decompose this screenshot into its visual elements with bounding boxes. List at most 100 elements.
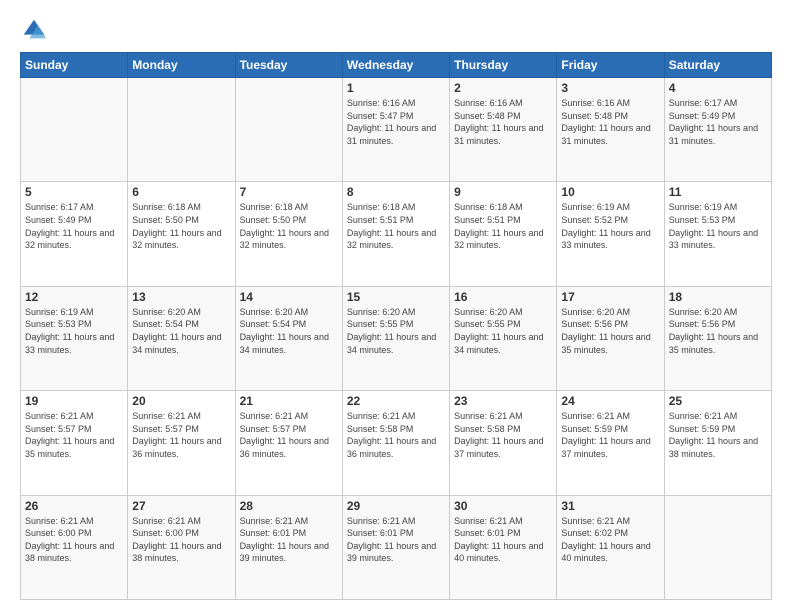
day-number: 17 <box>561 290 659 304</box>
calendar-cell: 30 Sunrise: 6:21 AM Sunset: 6:01 PM Dayli… <box>450 495 557 599</box>
day-info: Sunrise: 6:20 AM Sunset: 5:54 PM Dayligh… <box>132 306 230 356</box>
calendar-cell: 23 Sunrise: 6:21 AM Sunset: 5:58 PM Dayli… <box>450 391 557 495</box>
day-number: 27 <box>132 499 230 513</box>
calendar-cell: 27 Sunrise: 6:21 AM Sunset: 6:00 PM Dayli… <box>128 495 235 599</box>
day-number: 15 <box>347 290 445 304</box>
day-number: 2 <box>454 81 552 95</box>
calendar-cell: 13 Sunrise: 6:20 AM Sunset: 5:54 PM Dayli… <box>128 286 235 390</box>
day-number: 13 <box>132 290 230 304</box>
calendar-cell: 2Sunrise: 6:16 AM Sunset: 5:48 PM Daylig… <box>450 78 557 182</box>
calendar-cell: 26 Sunrise: 6:21 AM Sunset: 6:00 PM Dayli… <box>21 495 128 599</box>
day-number: 12 <box>25 290 123 304</box>
calendar-week-row: 12 Sunrise: 6:19 AM Sunset: 5:53 PM Dayli… <box>21 286 772 390</box>
calendar-cell: 21 Sunrise: 6:21 AM Sunset: 5:57 PM Dayli… <box>235 391 342 495</box>
calendar-header-wednesday: Wednesday <box>342 53 449 78</box>
day-info: Sunrise: 6:17 AM Sunset: 5:49 PM Dayligh… <box>25 201 123 251</box>
calendar-cell: 4Sunrise: 6:17 AM Sunset: 5:49 PM Daylig… <box>664 78 771 182</box>
calendar-cell: 22 Sunrise: 6:21 AM Sunset: 5:58 PM Dayli… <box>342 391 449 495</box>
day-number: 31 <box>561 499 659 513</box>
calendar-week-row: 19 Sunrise: 6:21 AM Sunset: 5:57 PM Dayli… <box>21 391 772 495</box>
calendar-cell: 11 Sunrise: 6:19 AM Sunset: 5:53 PM Dayli… <box>664 182 771 286</box>
day-number: 20 <box>132 394 230 408</box>
day-number: 6 <box>132 185 230 199</box>
day-number: 8 <box>347 185 445 199</box>
day-number: 9 <box>454 185 552 199</box>
day-number: 25 <box>669 394 767 408</box>
calendar-cell <box>664 495 771 599</box>
calendar-header-thursday: Thursday <box>450 53 557 78</box>
calendar-cell: 29 Sunrise: 6:21 AM Sunset: 6:01 PM Dayli… <box>342 495 449 599</box>
day-info: Sunrise: 6:19 AM Sunset: 5:53 PM Dayligh… <box>25 306 123 356</box>
day-info: Sunrise: 6:20 AM Sunset: 5:56 PM Dayligh… <box>561 306 659 356</box>
day-info: Sunrise: 6:21 AM Sunset: 5:59 PM Dayligh… <box>561 410 659 460</box>
calendar-cell: 9 Sunrise: 6:18 AM Sunset: 5:51 PM Daylig… <box>450 182 557 286</box>
day-number: 24 <box>561 394 659 408</box>
calendar-cell: 15 Sunrise: 6:20 AM Sunset: 5:55 PM Dayli… <box>342 286 449 390</box>
day-info: Sunrise: 6:20 AM Sunset: 5:56 PM Dayligh… <box>669 306 767 356</box>
day-info: Sunrise: 6:21 AM Sunset: 5:58 PM Dayligh… <box>347 410 445 460</box>
day-number: 21 <box>240 394 338 408</box>
day-info: Sunrise: 6:16 AM Sunset: 5:48 PM Dayligh… <box>561 97 659 147</box>
calendar-week-row: 5 Sunrise: 6:17 AM Sunset: 5:49 PM Daylig… <box>21 182 772 286</box>
day-number: 23 <box>454 394 552 408</box>
day-info: Sunrise: 6:21 AM Sunset: 6:00 PM Dayligh… <box>132 515 230 565</box>
header <box>20 16 772 44</box>
day-number: 7 <box>240 185 338 199</box>
calendar-cell: 20 Sunrise: 6:21 AM Sunset: 5:57 PM Dayli… <box>128 391 235 495</box>
calendar-cell: 10 Sunrise: 6:19 AM Sunset: 5:52 PM Dayli… <box>557 182 664 286</box>
day-number: 26 <box>25 499 123 513</box>
day-info: Sunrise: 6:20 AM Sunset: 5:54 PM Dayligh… <box>240 306 338 356</box>
day-info: Sunrise: 6:21 AM Sunset: 5:59 PM Dayligh… <box>669 410 767 460</box>
calendar-cell: 28Sunrise: 6:21 AM Sunset: 6:01 PM Dayli… <box>235 495 342 599</box>
day-info: Sunrise: 6:21 AM Sunset: 5:57 PM Dayligh… <box>25 410 123 460</box>
calendar-week-row: 1 Sunrise: 6:16 AM Sunset: 5:47 PM Daylig… <box>21 78 772 182</box>
day-number: 28 <box>240 499 338 513</box>
day-number: 3 <box>561 81 659 95</box>
day-info: Sunrise: 6:21 AM Sunset: 5:57 PM Dayligh… <box>132 410 230 460</box>
day-number: 14 <box>240 290 338 304</box>
day-number: 1 <box>347 81 445 95</box>
calendar-cell: 5 Sunrise: 6:17 AM Sunset: 5:49 PM Daylig… <box>21 182 128 286</box>
day-info: Sunrise: 6:19 AM Sunset: 5:53 PM Dayligh… <box>669 201 767 251</box>
day-info: Sunrise: 6:20 AM Sunset: 5:55 PM Dayligh… <box>454 306 552 356</box>
logo-icon <box>20 16 48 44</box>
calendar-cell <box>128 78 235 182</box>
day-info: Sunrise: 6:21 AM Sunset: 6:00 PM Dayligh… <box>25 515 123 565</box>
calendar-cell: 7 Sunrise: 6:18 AM Sunset: 5:50 PM Daylig… <box>235 182 342 286</box>
day-number: 5 <box>25 185 123 199</box>
calendar: SundayMondayTuesdayWednesdayThursdayFrid… <box>20 52 772 600</box>
calendar-cell: 14 Sunrise: 6:20 AM Sunset: 5:54 PM Dayli… <box>235 286 342 390</box>
day-info: Sunrise: 6:21 AM Sunset: 5:58 PM Dayligh… <box>454 410 552 460</box>
logo <box>20 16 52 44</box>
day-info: Sunrise: 6:18 AM Sunset: 5:50 PM Dayligh… <box>132 201 230 251</box>
calendar-cell: 6 Sunrise: 6:18 AM Sunset: 5:50 PM Daylig… <box>128 182 235 286</box>
day-number: 29 <box>347 499 445 513</box>
day-info: Sunrise: 6:21 AM Sunset: 6:01 PM Dayligh… <box>347 515 445 565</box>
day-number: 10 <box>561 185 659 199</box>
day-number: 4 <box>669 81 767 95</box>
calendar-cell: 16 Sunrise: 6:20 AM Sunset: 5:55 PM Dayli… <box>450 286 557 390</box>
calendar-header-saturday: Saturday <box>664 53 771 78</box>
calendar-cell: 3 Sunrise: 6:16 AM Sunset: 5:48 PM Daylig… <box>557 78 664 182</box>
calendar-cell: 25 Sunrise: 6:21 AM Sunset: 5:59 PM Dayli… <box>664 391 771 495</box>
day-number: 16 <box>454 290 552 304</box>
day-info: Sunrise: 6:18 AM Sunset: 5:50 PM Dayligh… <box>240 201 338 251</box>
calendar-cell: 1 Sunrise: 6:16 AM Sunset: 5:47 PM Daylig… <box>342 78 449 182</box>
calendar-cell: 17 Sunrise: 6:20 AM Sunset: 5:56 PM Dayli… <box>557 286 664 390</box>
calendar-header-monday: Monday <box>128 53 235 78</box>
calendar-cell: 24 Sunrise: 6:21 AM Sunset: 5:59 PM Dayli… <box>557 391 664 495</box>
day-number: 19 <box>25 394 123 408</box>
day-number: 22 <box>347 394 445 408</box>
day-info: Sunrise: 6:16 AM Sunset: 5:47 PM Dayligh… <box>347 97 445 147</box>
day-info: Sunrise: 6:21 AM Sunset: 5:57 PM Dayligh… <box>240 410 338 460</box>
calendar-cell: 19 Sunrise: 6:21 AM Sunset: 5:57 PM Dayli… <box>21 391 128 495</box>
day-number: 11 <box>669 185 767 199</box>
day-number: 30 <box>454 499 552 513</box>
day-info: Sunrise: 6:19 AM Sunset: 5:52 PM Dayligh… <box>561 201 659 251</box>
day-info: Sunrise: 6:21 AM Sunset: 6:01 PM Dayligh… <box>454 515 552 565</box>
day-info: Sunrise: 6:18 AM Sunset: 5:51 PM Dayligh… <box>454 201 552 251</box>
day-info: Sunrise: 6:20 AM Sunset: 5:55 PM Dayligh… <box>347 306 445 356</box>
calendar-header-tuesday: Tuesday <box>235 53 342 78</box>
calendar-header-friday: Friday <box>557 53 664 78</box>
calendar-header-sunday: Sunday <box>21 53 128 78</box>
